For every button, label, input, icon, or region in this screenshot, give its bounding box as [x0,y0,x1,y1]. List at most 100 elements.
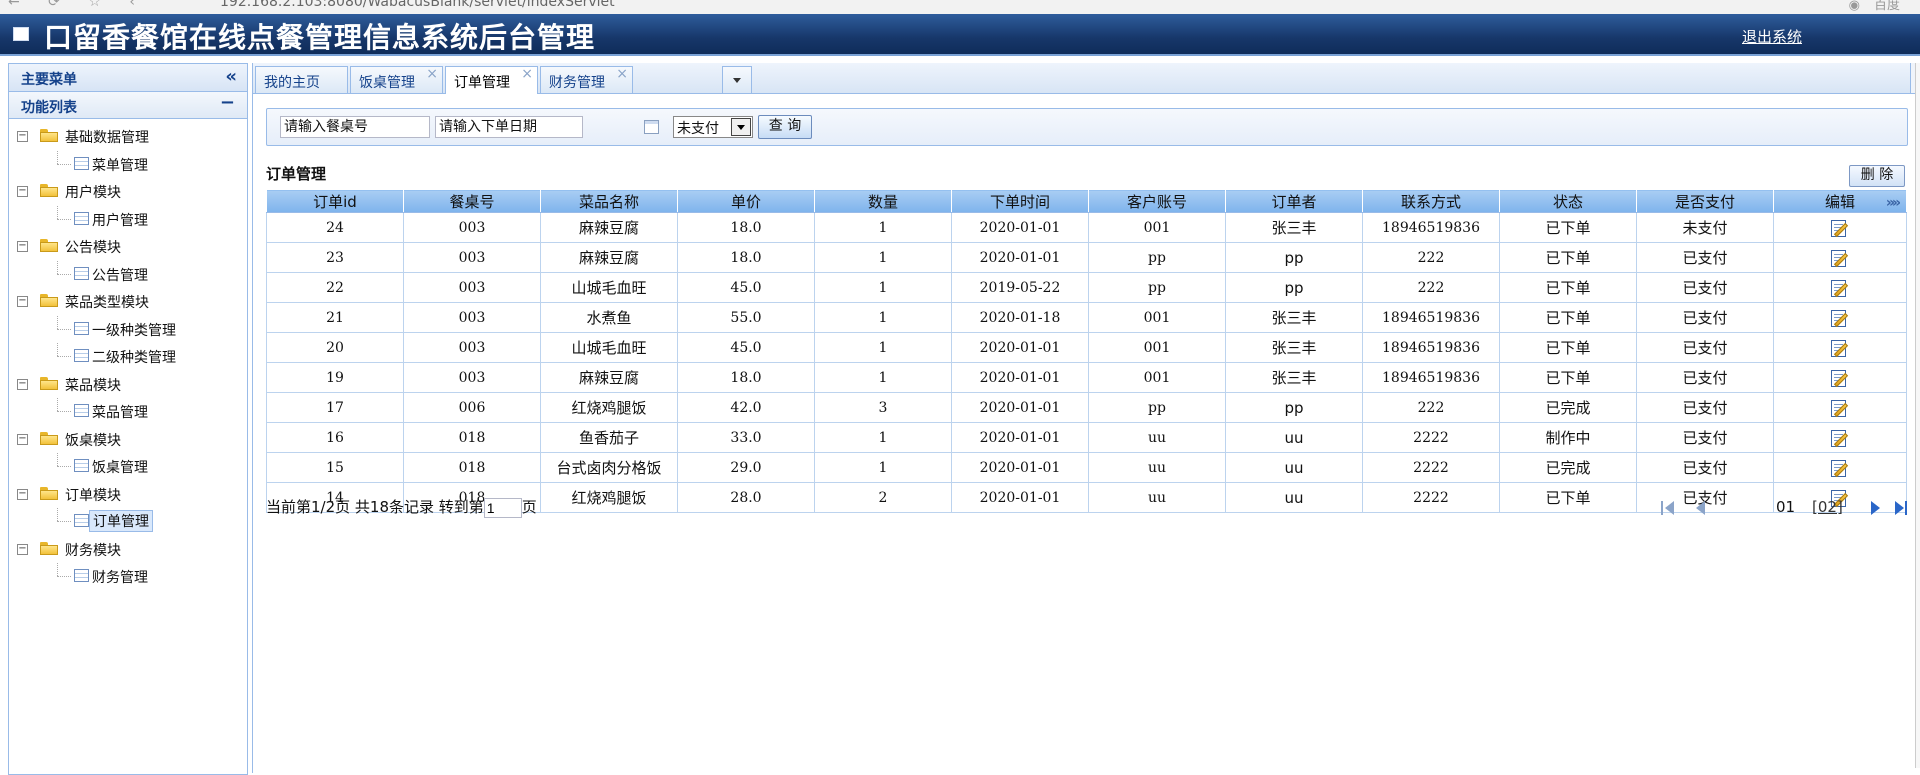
tree-group[interactable]: − 财务模块 [9,536,247,564]
tree-group-label[interactable]: 基础数据管理 [65,127,149,147]
column-header[interactable]: 订单者 [1225,189,1363,213]
tree-group[interactable]: − 饭桌模块 [9,426,247,454]
table-row[interactable]: 22 003 山城毛血旺 45.0 1 2019-05-22 pp pp 222 已下单 已支付 [266,272,1907,303]
delete-button[interactable]: 删 除 [1849,165,1905,187]
select-arrow-icon[interactable] [731,118,751,136]
tree-group[interactable]: − 菜品类型模块 [9,288,247,316]
tree-group-label[interactable]: 菜品类型模块 [65,292,149,312]
collapse-toggle-icon[interactable]: − [17,543,28,555]
edit-icon[interactable] [1829,458,1851,478]
column-header[interactable]: 客户账号 [1088,189,1226,213]
tree-group-label[interactable]: 订单模块 [65,485,121,505]
edit-icon[interactable] [1829,308,1851,328]
expand-columns-icon[interactable]: »» [1886,195,1901,211]
tree-item-label[interactable]: 一级种类管理 [92,320,176,340]
edit-icon[interactable] [1829,248,1851,268]
last-page-icon[interactable] [1895,500,1911,516]
tree-group[interactable]: − 公告模块 [9,233,247,261]
tree-item[interactable]: 公告管理 [9,260,247,289]
logout-link[interactable]: 退出系统 [1742,26,1802,47]
tree-group[interactable]: − 用户模块 [9,178,247,206]
browser-search-engine[interactable]: 百度 [1874,0,1900,13]
browser-account-icon[interactable]: ◉ [1849,0,1860,13]
edit-icon[interactable] [1829,368,1851,388]
tab[interactable]: 我的主页 [255,66,348,93]
tab-label[interactable]: 我的主页 [264,72,320,92]
tree-group[interactable]: − 菜品模块 [9,371,247,399]
first-page-icon[interactable] [1661,500,1677,516]
edit-icon[interactable] [1829,338,1851,358]
tree-item[interactable]: 用户管理 [9,205,247,234]
collapse-toggle-icon[interactable]: − [17,488,28,500]
edit-icon[interactable] [1829,398,1851,418]
tree-item-label[interactable]: 菜品管理 [92,402,148,422]
calendar-icon[interactable] [644,120,659,134]
edit-icon[interactable] [1829,218,1851,238]
column-header[interactable]: 订单id [266,189,404,213]
edit-icon[interactable] [1829,428,1851,448]
tab[interactable]: 饭桌管理 × [350,66,443,93]
table-row[interactable]: 16 018 鱼香茄子 33.0 1 2020-01-01 uu uu 2222 制作中 已支付 [266,422,1907,453]
page-scrollbar[interactable] [1915,63,1920,768]
next-page-link[interactable]: [02] [1812,498,1843,516]
column-header[interactable]: 编辑 »» [1773,189,1907,213]
collapse-toggle-icon[interactable]: − [17,296,28,307]
tree-group[interactable]: − 订单模块 [9,481,247,509]
collapse-toggle-icon[interactable]: − [17,433,28,445]
tree-item-label[interactable]: 二级种类管理 [92,347,176,367]
close-icon[interactable]: × [616,66,628,82]
collapse-toggle-icon[interactable]: − [17,186,28,197]
table-row[interactable]: 20 003 山城毛血旺 45.0 1 2020-01-01 001 张三丰 189465198… [266,332,1907,363]
goto-page-input[interactable] [483,497,522,518]
pay-status-select[interactable]: 未支付 [673,116,753,138]
table-row[interactable]: 21 003 水煮鱼 55.0 1 2020-01-18 001 张三丰 18946519836… [266,302,1907,333]
column-header[interactable]: 下单时间 [951,189,1089,213]
close-icon[interactable]: × [521,66,533,82]
tree-group-label[interactable]: 饭桌模块 [65,430,121,450]
column-header[interactable]: 单价 [677,189,815,213]
table-number-input[interactable] [280,116,430,138]
column-header[interactable]: 数量 [814,189,952,213]
function-list-collapse-icon[interactable]: − [220,92,235,113]
next-page-icon[interactable] [1867,500,1883,516]
tree-item[interactable]: 菜单管理 [9,150,247,179]
tree-group-label[interactable]: 财务模块 [65,540,121,560]
table-row[interactable]: 15 018 台式卤肉分格饭 29.0 1 2020-01-01 uu uu 2222 已完成 已支… [266,452,1907,483]
tree-group[interactable]: − 基础数据管理 [9,123,247,151]
tree-item-label[interactable]: 财务管理 [92,567,148,587]
collapse-toggle-icon[interactable]: − [17,131,28,142]
browser-url[interactable]: 192.168.2.103:8080/WabacusBlank/servlet/… [220,0,615,10]
tree-item-label[interactable]: 饭桌管理 [92,457,148,477]
tab-list-dropdown[interactable] [722,66,752,93]
close-icon[interactable]: × [426,66,438,82]
table-row[interactable]: 19 003 麻辣豆腐 18.0 1 2020-01-01 001 张三丰 1894651983… [266,362,1907,393]
query-button[interactable]: 查 询 [758,115,812,139]
column-header[interactable]: 餐桌号 [403,189,541,213]
tab-label[interactable]: 饭桌管理 [359,72,415,92]
tree-item[interactable]: 财务管理 [9,563,247,591]
browser-nav-icons[interactable]: ← ⟳ ☆ ‹ [8,0,147,10]
table-row[interactable]: 23 003 麻辣豆腐 18.0 1 2020-01-01 pp pp 222 已下单 已支付 [266,242,1907,273]
tree-item[interactable]: 饭桌管理 [9,453,247,481]
prev-page-icon[interactable] [1694,500,1710,516]
collapse-toggle-icon[interactable]: − [17,378,28,390]
table-row[interactable]: 24 003 麻辣豆腐 18.0 1 2020-01-01 001 张三丰 1894651983… [266,212,1907,243]
tree-item-label[interactable]: 订单管理 [89,510,153,532]
tree-group-label[interactable]: 菜品模块 [65,375,121,395]
tab[interactable]: 订单管理 × [445,66,538,94]
collapse-toggle-icon[interactable]: − [17,241,28,252]
column-header[interactable]: 是否支付 [1636,189,1774,213]
tree-group-label[interactable]: 用户模块 [65,182,121,202]
tree-item[interactable]: 二级种类管理 [9,343,247,371]
column-header[interactable]: 状态 [1499,189,1637,213]
tab-label[interactable]: 订单管理 [454,72,510,92]
collapse-panel-icon[interactable]: « [225,66,237,87]
edit-icon[interactable] [1829,278,1851,298]
tab[interactable]: 财务管理 × [540,66,633,93]
tab-label[interactable]: 财务管理 [549,72,605,92]
order-date-input[interactable] [435,116,583,138]
tree-item[interactable]: 订单管理 [9,508,247,536]
column-header[interactable]: 联系方式 [1362,189,1500,213]
column-header[interactable]: 菜品名称 [540,189,678,213]
tree-group-label[interactable]: 公告模块 [65,237,121,257]
